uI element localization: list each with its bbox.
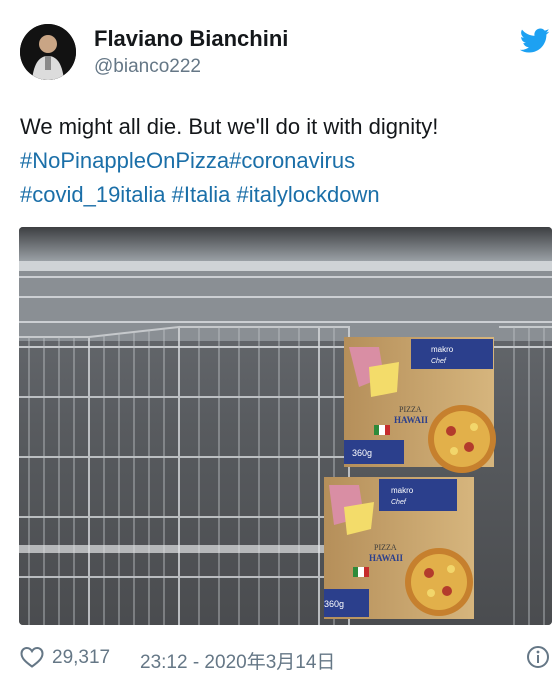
twitter-bird-icon[interactable] xyxy=(519,28,550,54)
tweet-header: Flaviano Bianchini @bianco222 xyxy=(20,22,550,86)
hashtag-link[interactable]: #italylockdown xyxy=(237,182,380,207)
box-sub: Chef xyxy=(431,358,447,365)
pizza-box: makro Chef PIZZA HAWAII 360g xyxy=(324,477,474,619)
tweet-timestamp[interactable]: 23:12 - 2020年3月14日 xyxy=(140,647,335,674)
box-title: HAWAII xyxy=(394,415,429,425)
box-sub: Chef xyxy=(391,499,407,506)
box-title: PIZZA xyxy=(399,405,422,414)
hashtag-link[interactable]: #Italia xyxy=(172,182,231,207)
box-brand: makro xyxy=(431,345,454,354)
tweet-footer: 29,317 23:12 - 2020年3月14日 xyxy=(20,645,550,674)
hashtag-link[interactable]: #coronavirus xyxy=(229,148,355,173)
avatar[interactable] xyxy=(20,24,76,80)
hashtag-link[interactable]: #covid_19italia xyxy=(20,182,166,207)
box-title: PIZZA xyxy=(374,543,397,552)
box-title: HAWAII xyxy=(369,553,404,563)
tweet-text: We might all die. But we'll do it with d… xyxy=(20,110,540,212)
info-icon[interactable] xyxy=(526,645,550,669)
hashtag-line: #NoPinappleOnPizza#coronavirus xyxy=(20,144,540,178)
hashtag-line: #covid_19italia #Italia #italylockdown xyxy=(20,178,540,212)
tweet-text-line: We might all die. But we'll do it with d… xyxy=(20,114,439,139)
freezer-photo: makro Chef PIZZA HAWAII 360g makro Chef xyxy=(19,227,552,625)
hashtag-link[interactable]: #NoPinappleOnPizza xyxy=(20,148,229,173)
tweet-photo[interactable]: makro Chef PIZZA HAWAII 360g makro Chef xyxy=(19,227,552,625)
box-brand: makro xyxy=(391,486,414,495)
heart-icon[interactable] xyxy=(20,646,44,668)
box-weight: 360g xyxy=(352,448,372,458)
pizza-box: makro Chef PIZZA HAWAII 360g xyxy=(344,337,496,473)
box-weight: 360g xyxy=(324,599,344,609)
display-name[interactable]: Flaviano Bianchini xyxy=(94,26,288,52)
user-handle[interactable]: @bianco222 xyxy=(94,56,201,78)
like-count[interactable]: 29,317 xyxy=(52,647,110,669)
